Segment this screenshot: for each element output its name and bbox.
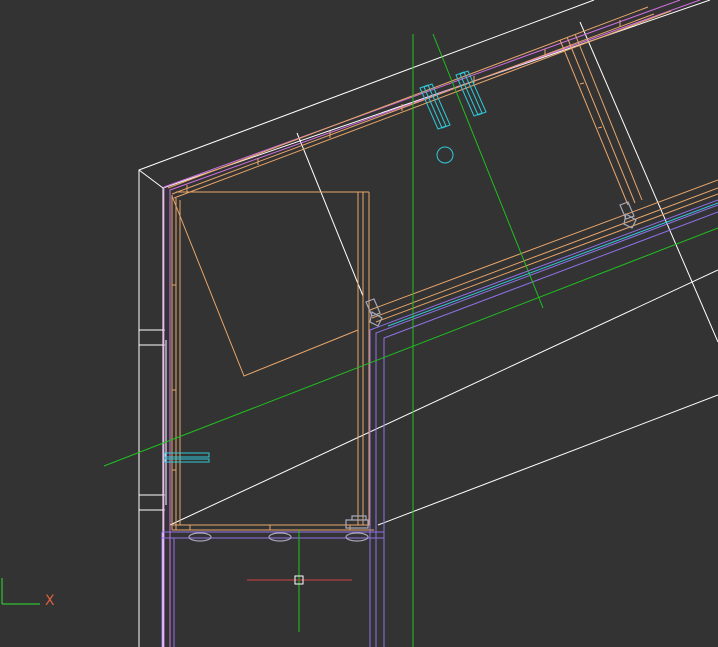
ucs-x-axis-label: X bbox=[45, 593, 55, 609]
cad-drawing-viewport[interactable]: X bbox=[0, 0, 718, 647]
cad-drawing-canvas[interactable] bbox=[0, 0, 718, 647]
canvas-background bbox=[0, 0, 718, 647]
